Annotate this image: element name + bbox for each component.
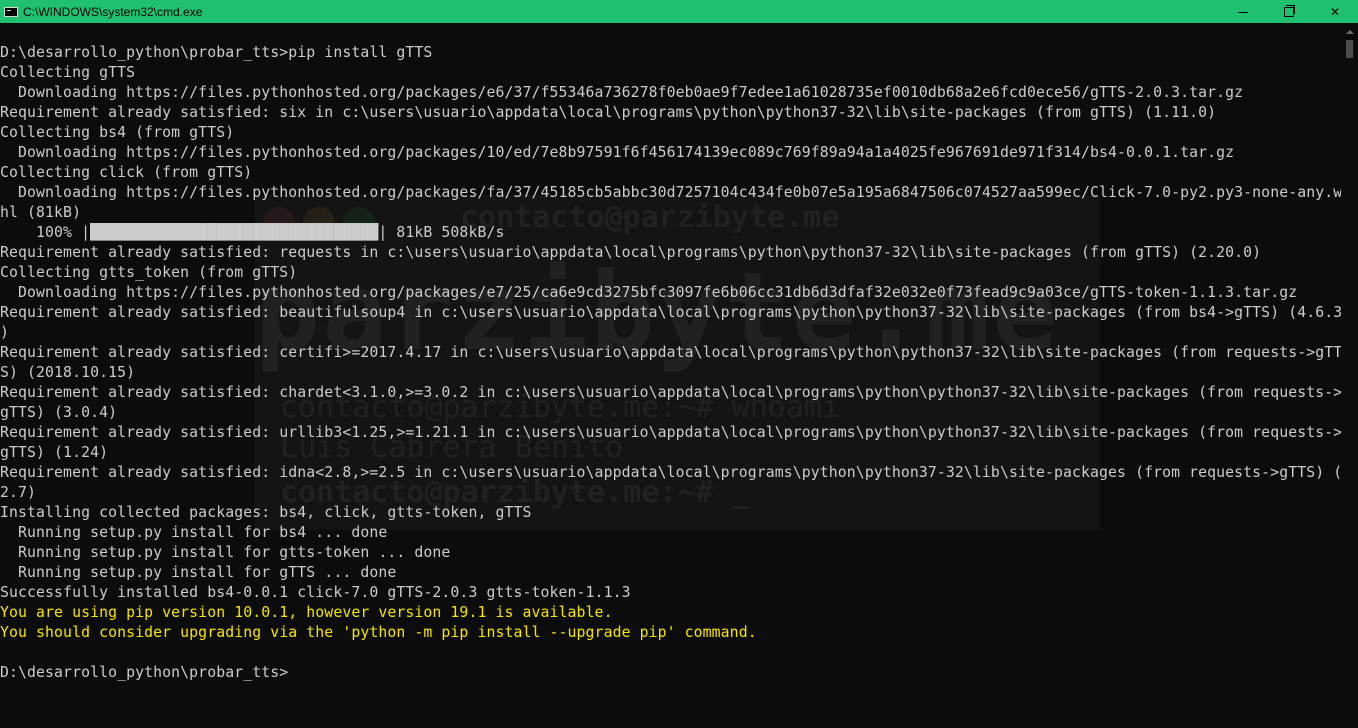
console-line: S) (2018.10.15)	[0, 364, 136, 381]
scroll-up-arrow-icon[interactable]	[1341, 23, 1358, 40]
console-line: Requirement already satisfied: urllib3<1…	[0, 424, 1342, 441]
restore-button[interactable]	[1266, 0, 1312, 23]
console-line: hl (81kB)	[0, 204, 82, 221]
window-title: C:\WINDOWS\system32\cmd.exe	[23, 4, 203, 19]
console-line: Collecting gTTS	[0, 64, 136, 81]
close-icon: ✕	[1329, 4, 1341, 19]
console-line: Downloading https://files.pythonhosted.o…	[0, 284, 1298, 301]
console-line: Downloading https://files.pythonhosted.o…	[0, 184, 1342, 201]
console-line: )	[0, 324, 10, 341]
console-line: Successfully installed bs4-0.0.1 click-7…	[0, 584, 631, 601]
scroll-thumb[interactable]	[1346, 40, 1353, 58]
console-line: gTTS) (1.24)	[0, 444, 109, 461]
console-line: Requirement already satisfied: requests …	[0, 244, 1262, 261]
console-line: D:\desarrollo_python\probar_tts>	[0, 664, 289, 681]
console-line: D:\desarrollo_python\probar_tts>pip inst…	[0, 44, 433, 61]
console-line: Requirement already satisfied: idna<2.8,…	[0, 464, 1342, 481]
console-line: Requirement already satisfied: chardet<3…	[0, 384, 1342, 401]
console-line: Collecting gtts_token (from gTTS)	[0, 264, 298, 281]
console-line: Requirement already satisfied: beautiful…	[0, 304, 1342, 321]
console-line: Requirement already satisfied: certifi>=…	[0, 344, 1342, 361]
console-line: Running setup.py install for bs4 ... don…	[0, 524, 388, 541]
minimize-icon	[1238, 11, 1248, 13]
console-line: gTTS) (3.0.4)	[0, 404, 118, 421]
restore-icon	[1284, 4, 1295, 17]
close-button[interactable]: ✕	[1312, 0, 1358, 23]
cmd-icon[interactable]	[4, 6, 18, 17]
console-line: Collecting click (from gTTS)	[0, 164, 253, 181]
console-output[interactable]: D:\desarrollo_python\probar_tts>pip inst…	[0, 43, 1342, 728]
vertical-scrollbar[interactable]	[1341, 23, 1358, 728]
minimize-button[interactable]	[1220, 0, 1266, 23]
console-line: 100% |████████████████████████████████| …	[0, 224, 505, 241]
window-controls: ✕	[1220, 0, 1358, 23]
console-line: Running setup.py install for gTTS ... do…	[0, 564, 397, 581]
console-line: 2.7)	[0, 484, 37, 501]
title-bar[interactable]: C:\WINDOWS\system32\cmd.exe ✕	[0, 0, 1358, 23]
console-line: Installing collected packages: bs4, clic…	[0, 504, 532, 521]
console-line: Running setup.py install for gtts-token …	[0, 544, 451, 561]
console-line: Downloading https://files.pythonhosted.o…	[0, 144, 1235, 161]
console-line: Requirement already satisfied: six in c:…	[0, 104, 1217, 121]
console-line: You are using pip version 10.0.1, howeve…	[0, 604, 613, 621]
console-line: Collecting bs4 (from gTTS)	[0, 124, 235, 141]
console-line: Downloading https://files.pythonhosted.o…	[0, 84, 1244, 101]
console-line: You should consider upgrading via the 'p…	[0, 624, 757, 641]
